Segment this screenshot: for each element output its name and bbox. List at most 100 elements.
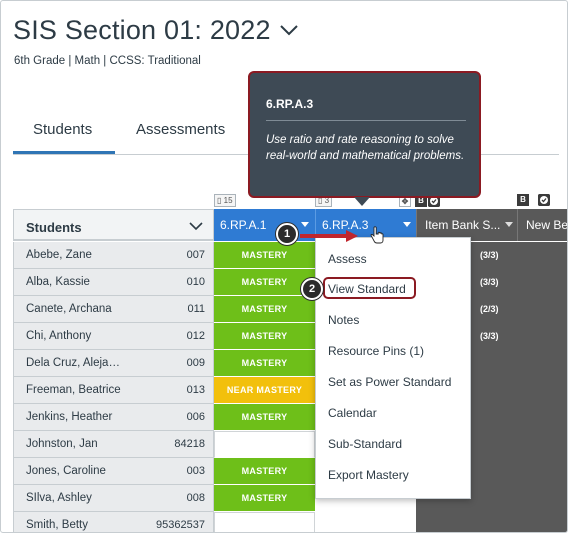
student-cell[interactable]: Freeman, Beatrice 013: [13, 377, 214, 404]
tooltip-divider: [266, 120, 466, 121]
student-name: Freeman, Beatrice: [26, 384, 121, 396]
student-cell[interactable]: Dela Cruz, Aleja… 009: [13, 350, 214, 377]
gradebook-grid: Students 6.RP.A.1 6.RP.A.3 Item Bank S..…: [13, 209, 568, 532]
hand-cursor-icon: [370, 226, 384, 244]
chevron-down-icon[interactable]: [188, 221, 204, 231]
chevron-down-icon[interactable]: [279, 23, 299, 37]
table-row: Dela Cruz, Aleja… 009 MASTERY: [13, 350, 567, 377]
student-name: Johnston, Jan: [26, 438, 98, 450]
step-1-callout: 1: [276, 223, 298, 245]
mastery-cell[interactable]: MASTERY: [214, 269, 315, 296]
student-cell[interactable]: Smith, Betty 95362537: [13, 512, 214, 532]
mastery-cell[interactable]: MASTERY: [214, 404, 315, 431]
score-cell[interactable]: [416, 512, 567, 532]
mastery-label: MASTERY: [241, 466, 288, 476]
mastery-label: MASTERY: [241, 304, 288, 314]
tooltip-pointer: [354, 197, 370, 206]
mastery-cell[interactable]: NEAR MASTERY: [214, 377, 315, 404]
mastery-cell[interactable]: [214, 431, 315, 458]
student-cell[interactable]: SIlva, Ashley 008: [13, 485, 214, 512]
students-column-header[interactable]: Students: [13, 209, 214, 241]
student-id: 84218: [174, 438, 205, 450]
active-tab-indicator: [13, 151, 115, 154]
student-id: 009: [186, 357, 205, 369]
student-cell[interactable]: Abebe, Zane 007: [13, 242, 214, 269]
table-row: Johnston, Jan 84218: [13, 431, 567, 458]
menu-item-assess[interactable]: Assess: [328, 252, 367, 266]
student-name: Jenkins, Heather: [26, 411, 113, 423]
mastery-label: MASTERY: [241, 412, 288, 422]
mastery-cell[interactable]: MASTERY: [214, 296, 315, 323]
student-id: 003: [186, 465, 205, 477]
mastery-label: MASTERY: [241, 358, 288, 368]
caret-down-icon[interactable]: [403, 222, 411, 227]
student-name: Jones, Caroline: [26, 465, 106, 477]
students-header-label: Students: [26, 220, 82, 235]
item-bank-score: (3/3): [480, 331, 499, 341]
student-name: SIlva, Ashley: [26, 492, 92, 504]
student-name: Smith, Betty: [26, 519, 88, 531]
caret-down-icon[interactable]: [505, 222, 513, 227]
column-header-new[interactable]: New Be: [517, 209, 568, 241]
item-bank-score: (2/3): [480, 304, 499, 314]
student-cell[interactable]: Chi, Anthony 012: [13, 323, 214, 350]
tab-assessments[interactable]: Assessments: [136, 121, 225, 138]
student-id: 006: [186, 411, 205, 423]
table-row: Jenkins, Heather 006 MASTERY: [13, 404, 567, 431]
mastery-label: NEAR MASTERY: [226, 385, 303, 395]
callout-arrow-head: [346, 230, 358, 242]
tab-students[interactable]: Students: [33, 121, 92, 138]
student-name: Dela Cruz, Aleja…: [26, 357, 120, 369]
mastery-label: MASTERY: [241, 250, 288, 260]
copy-icon: ▯: [217, 196, 224, 205]
student-cell[interactable]: Alba, Kassie 010: [13, 269, 214, 296]
section-subtitle: 6th Grade | Math | CCSS: Traditional: [14, 55, 201, 67]
student-id: 007: [186, 249, 205, 261]
page-title: SIS Section 01: 2022: [13, 15, 271, 45]
mastery-cell[interactable]: MASTERY: [214, 458, 315, 485]
menu-item-notes[interactable]: Notes: [328, 313, 359, 327]
student-cell[interactable]: Jones, Caroline 003: [13, 458, 214, 485]
mastery-label: MASTERY: [241, 331, 288, 341]
tooltip-description: Use ratio and rate reasoning to solve re…: [266, 134, 465, 162]
mastery-cell[interactable]: MASTERY: [214, 485, 315, 512]
student-name: Chi, Anthony: [26, 330, 92, 342]
item-bank-score: (3/3): [480, 277, 499, 287]
menu-item-calendar[interactable]: Calendar: [328, 406, 377, 420]
mastery-cell[interactable]: MASTERY: [214, 350, 315, 377]
caret-down-icon[interactable]: [301, 222, 309, 227]
column-header-label: New Be: [526, 218, 568, 232]
table-row: Alba, Kassie 010 MASTERY (3/3): [13, 269, 567, 296]
column-header-label: Item Bank S...: [425, 218, 501, 232]
standard-tooltip: 6.RP.A.3 Use ratio and rate reasoning to…: [248, 71, 481, 198]
student-name: Abebe, Zane: [26, 249, 92, 261]
student-name: Alba, Kassie: [26, 276, 90, 288]
menu-item-power-standard[interactable]: Set as Power Standard: [328, 375, 451, 389]
column-count-badge: ▯ 15: [214, 194, 236, 207]
menu-item-export-mastery[interactable]: Export Mastery: [328, 468, 409, 482]
bold-badge: B: [517, 194, 529, 206]
item-bank-score: (3/3): [480, 250, 499, 260]
student-id: 013: [186, 384, 205, 396]
student-id: 011: [187, 303, 205, 315]
student-id: 010: [186, 276, 205, 288]
table-row: Smith, Betty 95362537: [13, 512, 567, 532]
student-id: 95362537: [156, 519, 205, 531]
student-cell[interactable]: Johnston, Jan 84218: [13, 431, 214, 458]
mastery-cell[interactable]: MASTERY: [214, 323, 315, 350]
mastery-label: MASTERY: [241, 277, 288, 287]
student-name: Canete, Archana: [26, 303, 112, 315]
app-frame: SIS Section 01: 2022 6th Grade | Math | …: [0, 0, 568, 533]
table-row: SIlva, Ashley 008 MASTERY: [13, 485, 567, 512]
menu-item-sub-standard[interactable]: Sub-Standard: [328, 437, 402, 451]
student-cell[interactable]: Canete, Archana 011: [13, 296, 214, 323]
student-id: 008: [186, 492, 205, 504]
column-context-menu: Assess View Standard Notes Resource Pins…: [315, 237, 471, 499]
student-cell[interactable]: Jenkins, Heather 006: [13, 404, 214, 431]
mastery-label: MASTERY: [241, 493, 288, 503]
mastery-cell[interactable]: [214, 512, 315, 532]
menu-item-resource-pins[interactable]: Resource Pins (1): [328, 344, 424, 358]
mastery-cell[interactable]: MASTERY: [214, 242, 315, 269]
column-header-label: 6.RP.A.1: [220, 218, 267, 232]
score-cell[interactable]: [315, 512, 416, 532]
